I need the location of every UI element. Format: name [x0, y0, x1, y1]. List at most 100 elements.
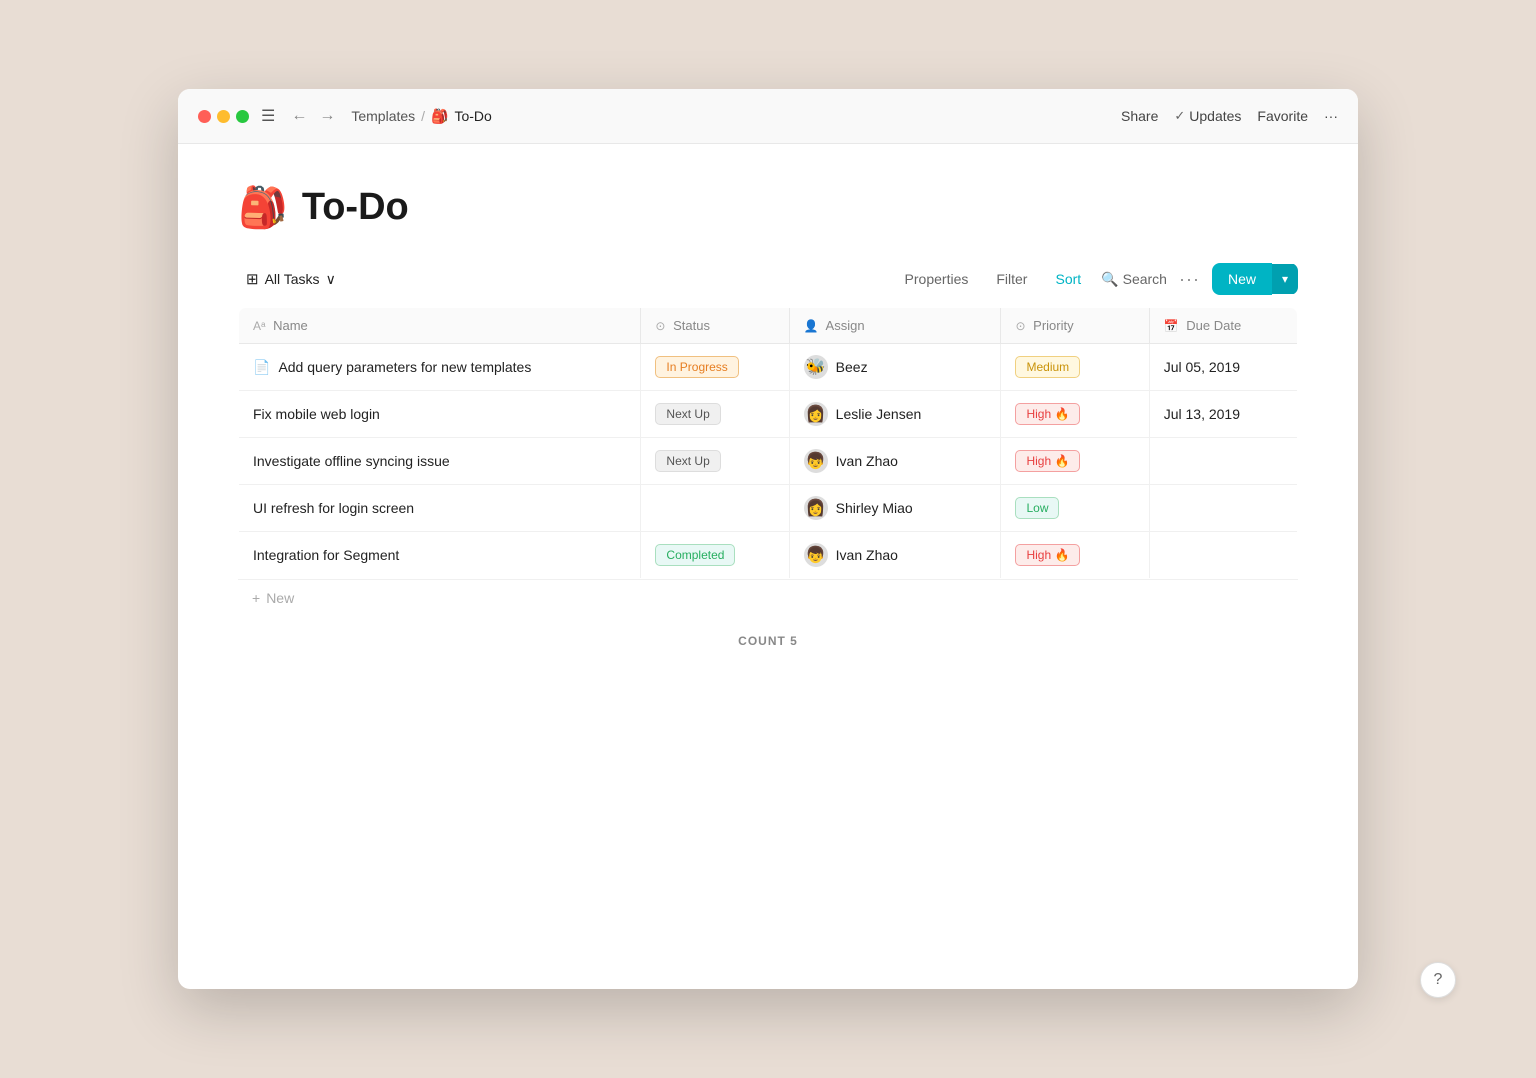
priority-col-label: Priority: [1033, 318, 1073, 333]
task-priority-cell: High 🔥: [1001, 438, 1149, 485]
new-dropdown-button[interactable]: ▾: [1272, 264, 1298, 294]
priority-badge[interactable]: Low: [1015, 497, 1059, 519]
priority-badge[interactable]: High 🔥: [1015, 450, 1080, 472]
task-name-text: Investigate offline syncing issue: [253, 453, 450, 469]
status-badge[interactable]: Next Up: [655, 403, 720, 425]
count-row: COUNT 5: [238, 616, 1298, 666]
count-label: COUNT: [738, 634, 790, 648]
assign-cell: 🐝Beez: [804, 355, 987, 379]
toolbar-left: ⊞ All Tasks ∨: [238, 264, 344, 294]
favorite-button[interactable]: Favorite: [1257, 108, 1308, 124]
assignee-name: Shirley Miao: [836, 500, 913, 516]
priority-badge[interactable]: Medium: [1015, 356, 1080, 378]
task-assign-cell: 👩 Shirley Miao: [789, 485, 1001, 532]
task-name-cell: UI refresh for login screen: [239, 485, 641, 532]
task-name-text: UI refresh for login screen: [253, 500, 414, 516]
task-name-cell: Fix mobile web login: [239, 391, 641, 438]
table-row[interactable]: Integration for SegmentCompleted👦Ivan Zh…: [239, 532, 1298, 579]
sort-button[interactable]: Sort: [1047, 265, 1089, 293]
col-header-status: ⊙ Status: [641, 308, 789, 344]
new-button-group: New ▾: [1212, 263, 1298, 295]
titlebar-left: ☰ ← → Templates / 🎒 To-Do: [198, 105, 492, 127]
properties-button[interactable]: Properties: [897, 265, 977, 293]
more-button[interactable]: ···: [1324, 108, 1338, 124]
search-label: Search: [1123, 271, 1167, 287]
col-header-priority: ⊙ Priority: [1001, 308, 1149, 344]
task-assign-cell: 🐝Beez: [789, 344, 1001, 391]
titlebar: ☰ ← → Templates / 🎒 To-Do Share ✓ Update…: [178, 89, 1358, 144]
add-new-row[interactable]: + New: [238, 579, 1298, 616]
breadcrumb-title: To-Do: [454, 108, 491, 124]
updates-button[interactable]: ✓ Updates: [1174, 108, 1241, 124]
status-badge[interactable]: In Progress: [655, 356, 738, 378]
task-priority-cell: Medium: [1001, 344, 1149, 391]
assignee-name: Ivan Zhao: [836, 547, 898, 563]
updates-label: Updates: [1189, 108, 1241, 124]
task-name: Fix mobile web login: [253, 406, 626, 422]
avatar: 👩: [804, 496, 828, 520]
tasks-table: Aᵃ Name ⊙ Status 👤 Assign ⊙ Priority: [238, 307, 1298, 579]
close-button[interactable]: [198, 110, 211, 123]
all-tasks-button[interactable]: ⊞ All Tasks ∨: [238, 264, 344, 294]
status-badge[interactable]: Next Up: [655, 450, 720, 472]
col-header-name: Aᵃ Name: [239, 308, 641, 344]
table-row[interactable]: Investigate offline syncing issue Next Up…: [239, 438, 1298, 485]
task-priority-cell: Low: [1001, 485, 1149, 532]
status-col-label: Status: [673, 318, 710, 333]
forward-button[interactable]: →: [315, 105, 339, 127]
priority-col-icon: ⊙: [1015, 319, 1025, 333]
new-button[interactable]: New: [1212, 263, 1272, 295]
task-name-text: Fix mobile web login: [253, 406, 380, 422]
page-title: To-Do: [302, 186, 409, 229]
status-badge[interactable]: Completed: [655, 544, 735, 566]
avatar: 🐝: [804, 355, 828, 379]
table-row[interactable]: UI refresh for login screen 👩 Shirley Miao…: [239, 485, 1298, 532]
search-icon: 🔍: [1101, 271, 1118, 288]
count-value: 5: [790, 634, 798, 648]
task-status-cell: Next Up: [641, 391, 789, 438]
minimize-button[interactable]: [217, 110, 230, 123]
titlebar-right: Share ✓ Updates Favorite ···: [1121, 108, 1338, 124]
assign-col-icon: 👤: [804, 319, 819, 333]
search-button[interactable]: 🔍 Search: [1101, 271, 1167, 288]
task-name: Investigate offline syncing issue: [253, 453, 626, 469]
page-icon-small: 🎒: [431, 108, 448, 125]
table-row[interactable]: 📄Add query parameters for new templates I…: [239, 344, 1298, 391]
name-col-label: Name: [273, 318, 308, 333]
chevron-down-icon: ∨: [326, 271, 336, 288]
avatar: 👦: [804, 449, 828, 473]
priority-badge[interactable]: High 🔥: [1015, 403, 1080, 425]
task-name-cell: Investigate offline syncing issue: [239, 438, 641, 485]
avatar: 👩: [804, 402, 828, 426]
page-icon: 🎒: [238, 184, 288, 231]
check-icon: ✓: [1174, 108, 1185, 124]
task-name-cell: 📄Add query parameters for new templates: [239, 344, 641, 391]
col-header-assign: 👤 Assign: [789, 308, 1001, 344]
traffic-lights: [198, 110, 249, 123]
menu-icon[interactable]: ☰: [261, 106, 275, 126]
maximize-button[interactable]: [236, 110, 249, 123]
assign-cell: 👦Ivan Zhao: [804, 543, 987, 567]
assign-cell: 👦Ivan Zhao: [804, 449, 987, 473]
breadcrumb-parent[interactable]: Templates: [351, 108, 415, 124]
task-duedate-cell: Jul 05, 2019: [1149, 344, 1297, 391]
add-new-label: New: [266, 590, 294, 606]
filter-button[interactable]: Filter: [988, 265, 1035, 293]
task-assign-cell: 👦Ivan Zhao: [789, 532, 1001, 579]
assign-col-label: Assign: [826, 318, 865, 333]
task-priority-cell: High 🔥: [1001, 391, 1149, 438]
back-button[interactable]: ←: [287, 105, 311, 127]
assignee-name: Leslie Jensen: [836, 406, 922, 422]
table-row[interactable]: Fix mobile web login Next Up 👩 Leslie Jense…: [239, 391, 1298, 438]
duedate-col-label: Due Date: [1186, 318, 1241, 333]
share-button[interactable]: Share: [1121, 108, 1158, 124]
task-assign-cell: 👦Ivan Zhao: [789, 438, 1001, 485]
breadcrumb-separator: /: [421, 108, 425, 124]
task-duedate-cell: [1149, 438, 1297, 485]
assign-cell: 👩 Shirley Miao: [804, 496, 987, 520]
add-icon: +: [252, 590, 260, 606]
task-duedate-cell: [1149, 485, 1297, 532]
toolbar-more-button[interactable]: ···: [1179, 269, 1200, 290]
task-status-cell: Next Up: [641, 438, 789, 485]
priority-badge[interactable]: High 🔥: [1015, 544, 1080, 566]
